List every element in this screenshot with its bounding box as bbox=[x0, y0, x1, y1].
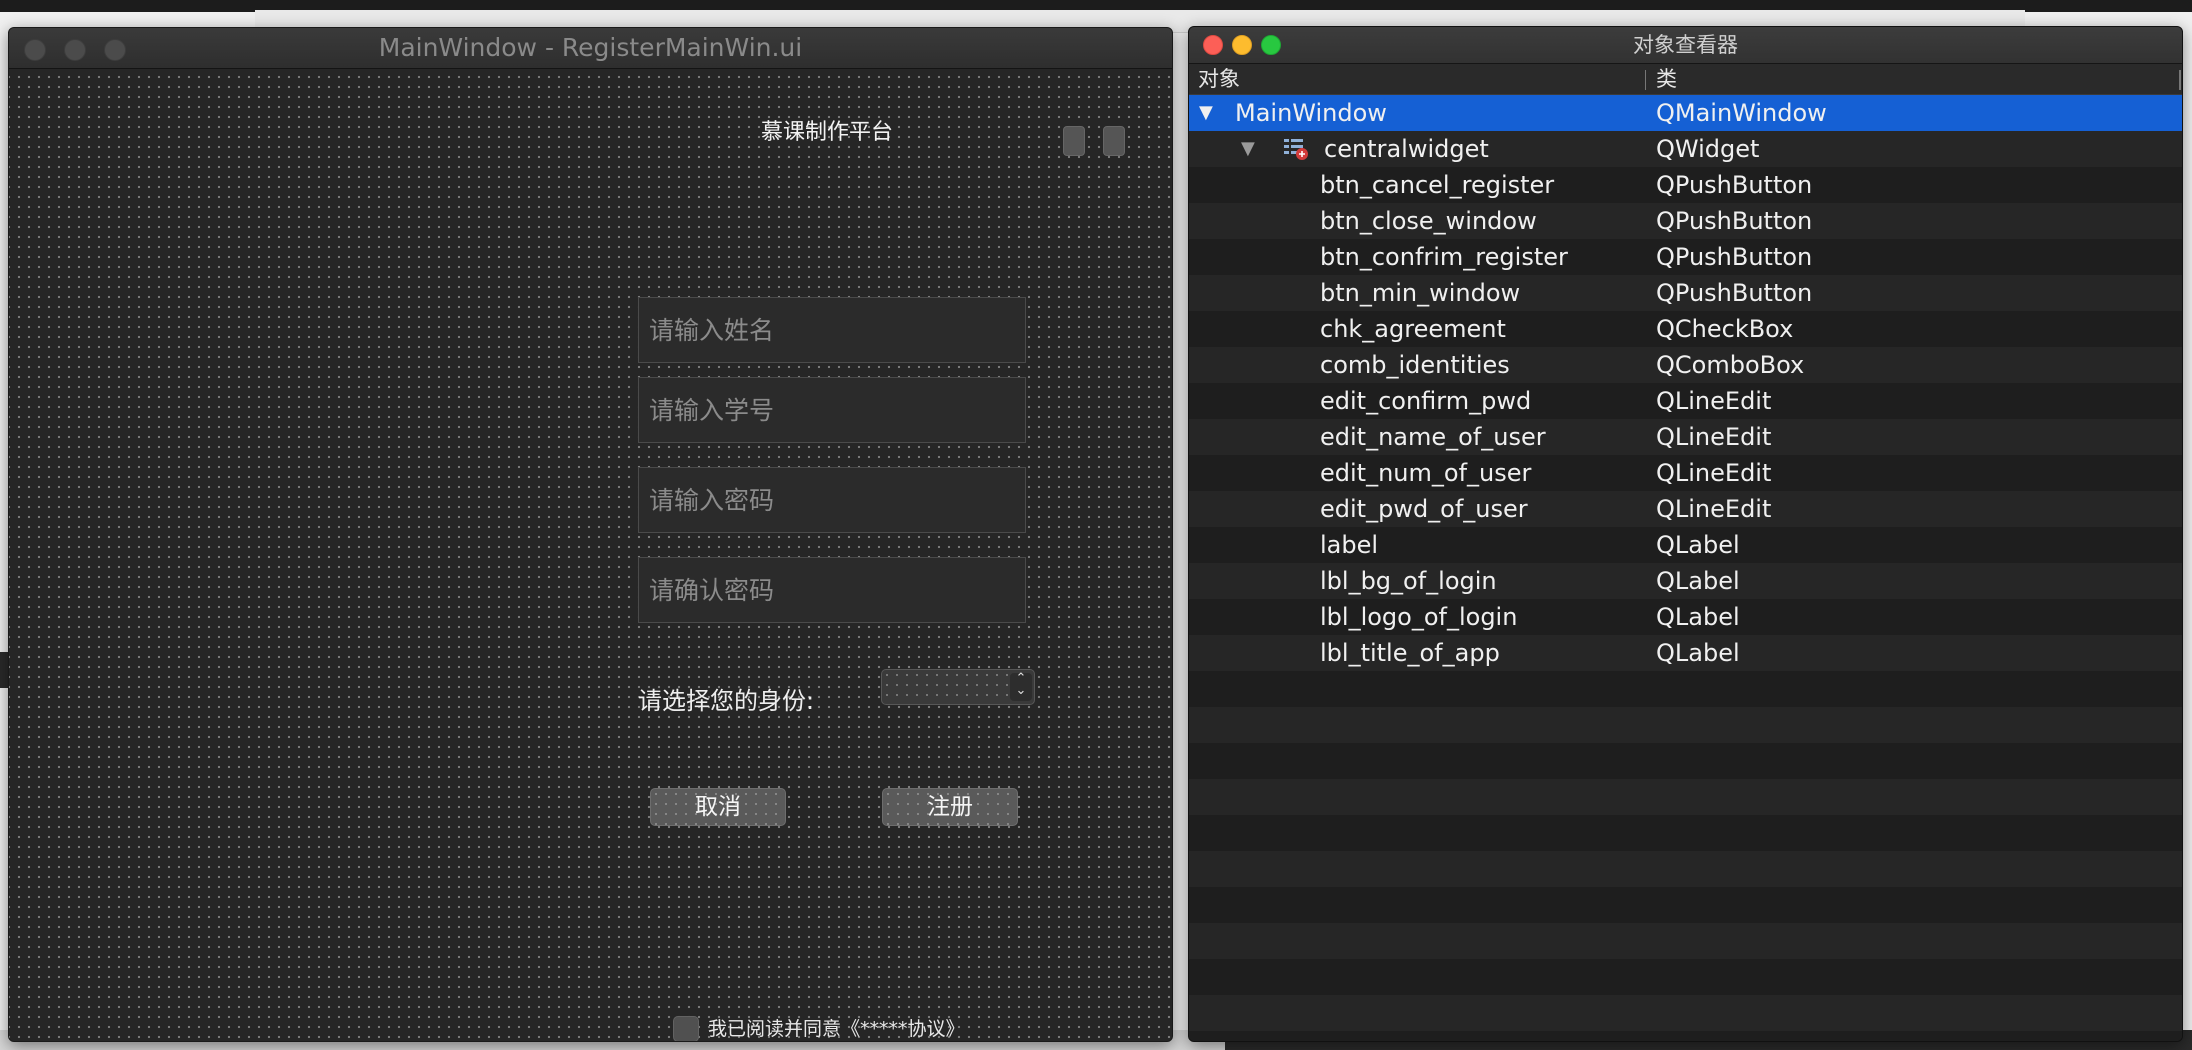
app-title-label[interactable]: 慕课制作平台 bbox=[761, 118, 921, 148]
tree-class-name: QCheckBox bbox=[1656, 315, 1794, 343]
tree-object-name: btn_min_window bbox=[1320, 279, 1521, 307]
form-window-title: MainWindow - RegisterMainWin.ui bbox=[378, 33, 803, 62]
tree-class-name: QWidget bbox=[1656, 135, 1760, 163]
tree-class-name: QPushButton bbox=[1656, 207, 1813, 235]
tree-row[interactable]: label QLabel bbox=[1189, 527, 2182, 563]
form-titlebar[interactable]: MainWindow - RegisterMainWin.ui bbox=[9, 28, 1172, 69]
btn-min-window[interactable] bbox=[1063, 126, 1085, 156]
tree-object-name: lbl_title_of_app bbox=[1320, 639, 1500, 667]
tree-object-name: edit_pwd_of_user bbox=[1320, 495, 1528, 523]
inspector-title: 对象查看器 bbox=[1633, 33, 1738, 57]
tree-class-name: QComboBox bbox=[1656, 351, 1805, 379]
confirm-password-input[interactable] bbox=[638, 557, 1026, 623]
tree-object-name: edit_name_of_user bbox=[1320, 423, 1546, 451]
object-tree: ▼ MainWindow QMainWindow ▼ centralwidget… bbox=[1189, 95, 2182, 1041]
tree-object-name: edit_confirm_pwd bbox=[1320, 387, 1532, 415]
form-editor-window: MainWindow - RegisterMainWin.ui 慕课制作平台 请… bbox=[8, 27, 1173, 1042]
password-input[interactable] bbox=[638, 467, 1026, 533]
tree-row[interactable]: lbl_title_of_app QLabel bbox=[1189, 635, 2182, 671]
up-down-chevron-icon: ⌃ ⌄ bbox=[1010, 672, 1032, 701]
tree-object-name: MainWindow bbox=[1235, 99, 1387, 127]
tree-class-name: QLineEdit bbox=[1656, 495, 1772, 523]
inspector-titlebar[interactable]: 对象查看器 bbox=[1189, 27, 2182, 64]
tree-class-name: QLineEdit bbox=[1656, 423, 1772, 451]
agreement-label[interactable]: 我已阅读并同意《*****协议》 bbox=[708, 1014, 965, 1041]
identity-label: 请选择您的身份: bbox=[638, 687, 815, 715]
identity-combobox[interactable]: ⌃ ⌄ bbox=[881, 669, 1035, 705]
expand-triangle-icon[interactable]: ▼ bbox=[1241, 131, 1255, 167]
tree-row[interactable]: edit_pwd_of_user QLineEdit bbox=[1189, 491, 2182, 527]
confirm-register-button[interactable]: 注册 bbox=[882, 788, 1018, 826]
form-canvas[interactable]: 慕课制作平台 请选择您的身份: ⌃⌄ 取消 注册 我已阅读并同意《*****协议… bbox=[9, 69, 1172, 1041]
tree-object-name: centralwidget bbox=[1324, 135, 1489, 163]
tree-class-name: QPushButton bbox=[1656, 171, 1813, 199]
tree-object-name: btn_confrim_register bbox=[1320, 243, 1568, 271]
tree-class-name: QLineEdit bbox=[1656, 387, 1772, 415]
tree-class-name: QLineEdit bbox=[1656, 459, 1772, 487]
tree-row[interactable]: btn_cancel_register QPushButton bbox=[1189, 167, 2182, 203]
tree-row[interactable]: btn_min_window QPushButton bbox=[1189, 275, 2182, 311]
tree-class-name: QLabel bbox=[1656, 639, 1740, 667]
tree-class-name: QLabel bbox=[1656, 567, 1740, 595]
tree-object-name: comb_identities bbox=[1320, 351, 1510, 379]
agreement-checkbox[interactable] bbox=[673, 1016, 699, 1041]
column-divider[interactable] bbox=[2179, 70, 2181, 90]
column-header-object[interactable]: 对象 bbox=[1198, 64, 1240, 94]
tree-object-name: chk_agreement bbox=[1320, 315, 1506, 343]
cancel-register-button[interactable]: 取消 bbox=[650, 788, 786, 826]
tree-row[interactable]: edit_num_of_user QLineEdit bbox=[1189, 455, 2182, 491]
tree-row[interactable]: btn_close_window QPushButton bbox=[1189, 203, 2182, 239]
tree-row[interactable]: chk_agreement QCheckBox bbox=[1189, 311, 2182, 347]
tree-class-name: QPushButton bbox=[1656, 279, 1813, 307]
tree-row-centralwidget[interactable]: ▼ centralwidget QWidget bbox=[1189, 131, 2182, 167]
expand-triangle-icon[interactable]: ▼ bbox=[1199, 95, 1213, 131]
student-number-input[interactable] bbox=[638, 377, 1026, 443]
name-input[interactable] bbox=[638, 297, 1026, 363]
tree-row[interactable]: edit_name_of_user QLineEdit bbox=[1189, 419, 2182, 455]
tree-header: 对象 类 bbox=[1189, 64, 2182, 95]
tree-object-name: edit_num_of_user bbox=[1320, 459, 1532, 487]
tree-object-name: btn_close_window bbox=[1320, 207, 1537, 235]
column-header-class[interactable]: 类 bbox=[1656, 64, 1677, 94]
tree-object-name: label bbox=[1320, 531, 1379, 559]
tree-row[interactable]: edit_confirm_pwd QLineEdit bbox=[1189, 383, 2182, 419]
tree-object-name: lbl_bg_of_login bbox=[1320, 567, 1497, 595]
tree-class-name: QLabel bbox=[1656, 531, 1740, 559]
tree-row[interactable]: btn_confrim_register QPushButton bbox=[1189, 239, 2182, 275]
tree-row[interactable]: comb_identities QComboBox bbox=[1189, 347, 2182, 383]
tree-class-name: QPushButton bbox=[1656, 243, 1813, 271]
tree-object-name: btn_cancel_register bbox=[1320, 171, 1555, 199]
tree-row[interactable]: lbl_logo_of_login QLabel bbox=[1189, 599, 2182, 635]
tree-row-mainwindow[interactable]: ▼ MainWindow QMainWindow bbox=[1189, 95, 2182, 131]
btn-close-window[interactable] bbox=[1103, 126, 1125, 156]
tree-object-name: lbl_logo_of_login bbox=[1320, 603, 1518, 631]
tree-class-name: QMainWindow bbox=[1656, 99, 1827, 127]
tree-class-name: QLabel bbox=[1656, 603, 1740, 631]
widget-layout-icon bbox=[1284, 139, 1308, 160]
object-inspector-window: 对象查看器 对象 类 ▼ MainWindow QMainWindow ▼ ce… bbox=[1188, 26, 2183, 1042]
tree-row[interactable]: lbl_bg_of_login QLabel bbox=[1189, 563, 2182, 599]
column-divider[interactable] bbox=[1645, 70, 1646, 90]
